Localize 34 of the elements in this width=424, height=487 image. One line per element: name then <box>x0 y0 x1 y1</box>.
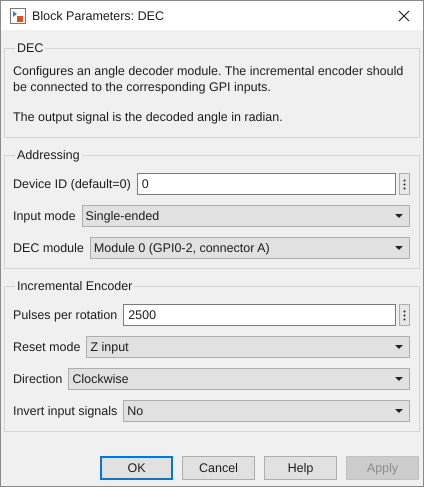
input-field[interactable]: 0 <box>136 173 396 195</box>
dropdown-arrow-icon <box>395 377 403 381</box>
parameter-label: Pulses per rotation <box>13 308 118 322</box>
dialog-button[interactable]: Cancel <box>182 456 255 480</box>
more-options-button[interactable] <box>399 304 410 326</box>
dropdown-arrow-icon <box>395 345 403 349</box>
description-text: Configures an angle decoder module. The incremental encoder should be connected to the corresponding GPI inputs. <box>13 63 404 95</box>
parameter-label: Input mode <box>13 209 76 223</box>
vertical-dots-icon <box>403 178 406 190</box>
vertical-dots-icon <box>403 310 406 320</box>
group-title: Addressing <box>16 148 81 162</box>
window-title: Block Parameters: DEC <box>32 8 165 22</box>
close-icon[interactable] <box>398 10 410 22</box>
dropdown-arrow-icon <box>395 409 403 413</box>
parameter-label: DEC module <box>13 241 84 255</box>
parameter-label: Direction <box>13 372 62 386</box>
block-icon <box>10 8 26 24</box>
parameter-label: Device ID (default=0) <box>13 177 131 191</box>
dropdown[interactable]: No <box>123 400 410 422</box>
description-text: The output signal is the decoded angle in radian. <box>13 109 284 125</box>
dropdown[interactable]: Module 0 (GPI0-2, connector A) <box>90 237 410 259</box>
group-title: DEC <box>16 41 44 55</box>
dropdown[interactable]: Clockwise <box>68 368 410 390</box>
dialog-button[interactable]: Help <box>264 456 337 480</box>
dropdown-arrow-icon <box>395 246 403 250</box>
input-field[interactable]: 2500 <box>123 304 396 326</box>
dropdown-arrow-icon <box>395 214 403 218</box>
parameter-label: Reset mode <box>13 340 80 354</box>
dialog-button[interactable]: OK <box>100 456 173 480</box>
parameter-label: Invert input signals <box>13 404 118 418</box>
dropdown[interactable]: Z input <box>86 336 410 358</box>
more-options-button[interactable] <box>399 173 410 195</box>
group-title: Incremental Encoder <box>16 279 134 293</box>
dropdown[interactable]: Single-ended <box>82 205 410 227</box>
